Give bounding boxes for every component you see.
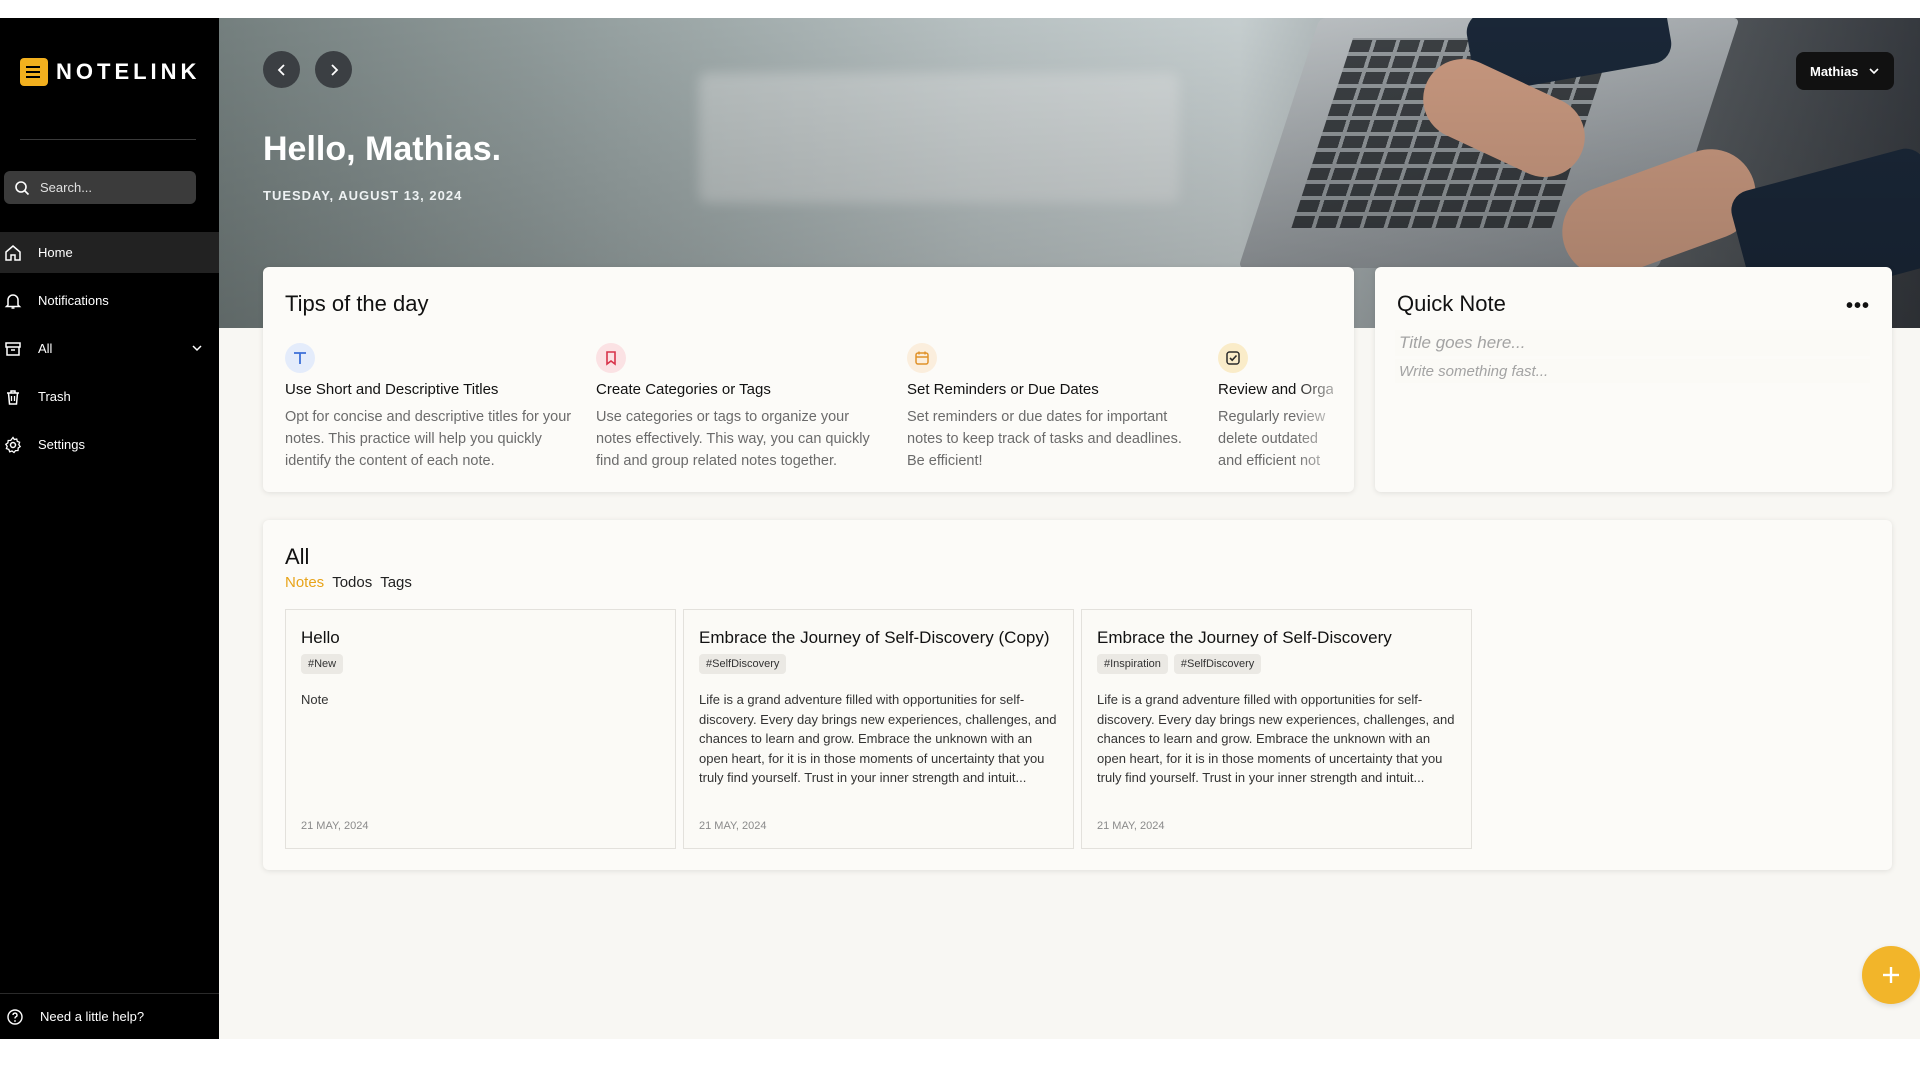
calendar-icon <box>915 351 929 365</box>
sidebar-item-label: Home <box>38 245 73 260</box>
bookmark-icon <box>606 351 616 366</box>
quick-note-card: Quick Note ••• <box>1375 267 1892 492</box>
note-card[interactable]: Embrace the Journey of Self-Discovery (C… <box>683 609 1074 849</box>
search-icon <box>15 180 30 195</box>
tip-text: Use categories or tags to organize your … <box>596 409 870 469</box>
back-button[interactable] <box>263 51 300 88</box>
trash-icon <box>7 389 19 405</box>
sidebar-item-label: Settings <box>38 437 85 452</box>
tips-card: Tips of the day Use Short and Descriptiv… <box>263 267 1354 492</box>
greeting-title: Hello, Mathias. <box>263 130 502 168</box>
tip-title: Use Short and Descriptive Titles <box>285 381 499 398</box>
tip-item: Use Short and Descriptive Titles Opt for… <box>285 343 575 472</box>
brand-name: NOTELINK <box>56 59 201 84</box>
note-title: Hello <box>301 628 340 647</box>
sidebar-item-home[interactable]: Home <box>0 232 219 273</box>
tab-notes[interactable]: Notes <box>285 574 324 591</box>
current-date: TUESDAY, AUGUST 13, 2024 <box>263 188 463 203</box>
tab-tags[interactable]: Tags <box>380 574 412 591</box>
note-date: 21 MAY, 2024 <box>301 820 369 832</box>
plus-icon <box>1883 967 1899 983</box>
chevron-left-icon <box>277 63 285 76</box>
archive-icon <box>5 341 21 356</box>
logo[interactable]: NOTELINK <box>20 58 200 86</box>
chevron-down-icon <box>1869 68 1879 75</box>
help-label: Need a little help? <box>40 1009 145 1024</box>
sidebar: NOTELINK Home Notifications All T <box>0 18 219 1039</box>
more-options-icon[interactable]: ••• <box>1846 295 1870 318</box>
logo-icon <box>20 58 48 86</box>
checkbox-icon <box>1226 351 1240 365</box>
add-note-button[interactable] <box>1862 946 1920 1004</box>
note-body: Note <box>301 692 329 707</box>
chevron-right-icon <box>330 63 338 76</box>
note-tags: #SelfDiscovery <box>699 654 787 674</box>
quick-note-title: Quick Note <box>1397 291 1506 316</box>
note-tags: #Inspiration #SelfDiscovery <box>1097 654 1262 674</box>
quick-note-title-input[interactable] <box>1395 330 1870 356</box>
user-name: Mathias <box>1810 63 1859 79</box>
sidebar-item-label: Trash <box>38 389 71 404</box>
note-date: 21 MAY, 2024 <box>699 820 767 832</box>
note-card[interactable]: Embrace the Journey of Self-Discovery #I… <box>1081 609 1472 849</box>
note-body: Life is a grand adventure filled with op… <box>699 692 1057 785</box>
all-section-title: All <box>285 544 310 569</box>
app-window: NOTELINK Home Notifications All T <box>0 18 1920 1039</box>
note-card[interactable]: Hello #New Note 21 MAY, 2024 <box>285 609 676 849</box>
tip-text: Opt for concise and descriptive titles f… <box>285 409 572 469</box>
tag-badge[interactable]: #New <box>301 654 344 674</box>
forward-button[interactable] <box>315 51 352 88</box>
help-link[interactable]: Need a little help? <box>0 993 219 1039</box>
tip-item: Set Reminders or Due Dates Set reminders… <box>907 343 1197 472</box>
sidebar-item-notifications[interactable]: Notifications <box>0 280 219 321</box>
sidebar-nav: Home Notifications All Trash Settings <box>0 232 219 472</box>
help-icon <box>7 1008 23 1025</box>
tip-title: Create Categories or Tags <box>596 381 771 398</box>
tip-title: Set Reminders or Due Dates <box>907 381 1099 398</box>
tag-badge[interactable]: #Inspiration <box>1097 654 1168 674</box>
quick-note-body-input[interactable] <box>1395 359 1870 383</box>
all-notes-card: All Notes Todos Tags Hello #New Note 21 … <box>263 520 1892 870</box>
sidebar-divider <box>20 139 196 140</box>
sidebar-item-all[interactable]: All <box>0 328 219 369</box>
sidebar-item-label: Notifications <box>38 293 109 308</box>
note-body: Life is a grand adventure filled with op… <box>1097 692 1455 785</box>
home-icon <box>5 244 21 261</box>
note-title: Embrace the Journey of Self-Discovery <box>1097 628 1392 647</box>
user-menu-button[interactable]: Mathias <box>1796 52 1895 90</box>
tips-title: Tips of the day <box>285 291 429 316</box>
sidebar-item-settings[interactable]: Settings <box>0 424 219 465</box>
note-date: 21 MAY, 2024 <box>1097 820 1165 832</box>
text-icon <box>294 352 306 364</box>
sidebar-item-trash[interactable]: Trash <box>0 376 219 417</box>
note-tags: #New <box>301 654 344 674</box>
search-input[interactable] <box>40 180 180 195</box>
tag-badge[interactable]: #SelfDiscovery <box>1173 654 1262 674</box>
tip-item: Create Categories or Tags Use categories… <box>596 343 886 472</box>
chevron-down-icon[interactable] <box>191 342 203 354</box>
gear-icon <box>4 435 22 453</box>
sidebar-item-label: All <box>38 341 53 356</box>
tab-todos[interactable]: Todos <box>332 574 372 591</box>
tip-text: Set reminders or due dates for important… <box>907 409 1182 469</box>
tag-badge[interactable]: #SelfDiscovery <box>699 654 787 674</box>
note-title: Embrace the Journey of Self-Discovery (C… <box>699 628 1050 647</box>
bell-icon <box>4 293 22 309</box>
content-tabs: Notes Todos Tags <box>285 574 412 591</box>
search-box[interactable] <box>4 171 196 204</box>
